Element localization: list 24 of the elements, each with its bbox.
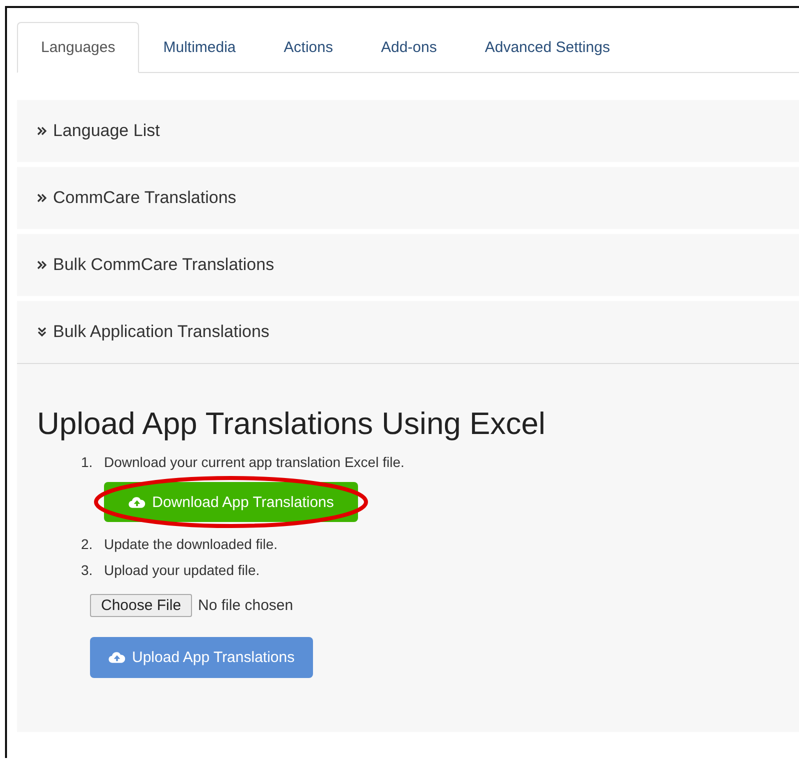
- choose-file-button[interactable]: Choose File: [90, 594, 192, 617]
- panel-title: Bulk Application Translations: [53, 322, 270, 342]
- cloud-upload-icon: [128, 496, 146, 508]
- step-text: Update the downloaded file.: [104, 536, 278, 552]
- tab[interactable]: Languages: [17, 22, 140, 73]
- step-text: Download your current app translation Excel file.: [104, 454, 404, 470]
- panel-header[interactable]: Language List: [17, 100, 799, 162]
- panel-title: Bulk CommCare Translations: [53, 255, 274, 275]
- tab[interactable]: Add-ons: [356, 22, 461, 73]
- step-number: 2.: [81, 536, 94, 552]
- tab[interactable]: Actions: [260, 22, 357, 73]
- tab[interactable]: Advanced Settings: [460, 22, 634, 73]
- step-number: 1.: [81, 454, 94, 470]
- step-number: 3.: [81, 562, 94, 578]
- panel-header[interactable]: Bulk Application Translations: [17, 301, 799, 364]
- section-heading: Upload App Translations Using Excel: [37, 406, 546, 442]
- panel-title: Language List: [53, 121, 160, 141]
- panel-title: CommCare Translations: [53, 188, 236, 208]
- cloud-upload-icon: [108, 651, 126, 664]
- step-text: Upload your updated file.: [104, 562, 260, 578]
- tab[interactable]: Multimedia: [139, 22, 260, 73]
- file-status: No file chosen: [198, 597, 294, 614]
- panel-header[interactable]: CommCare Translations: [17, 167, 799, 229]
- panel-header[interactable]: Bulk CommCare Translations: [17, 234, 799, 296]
